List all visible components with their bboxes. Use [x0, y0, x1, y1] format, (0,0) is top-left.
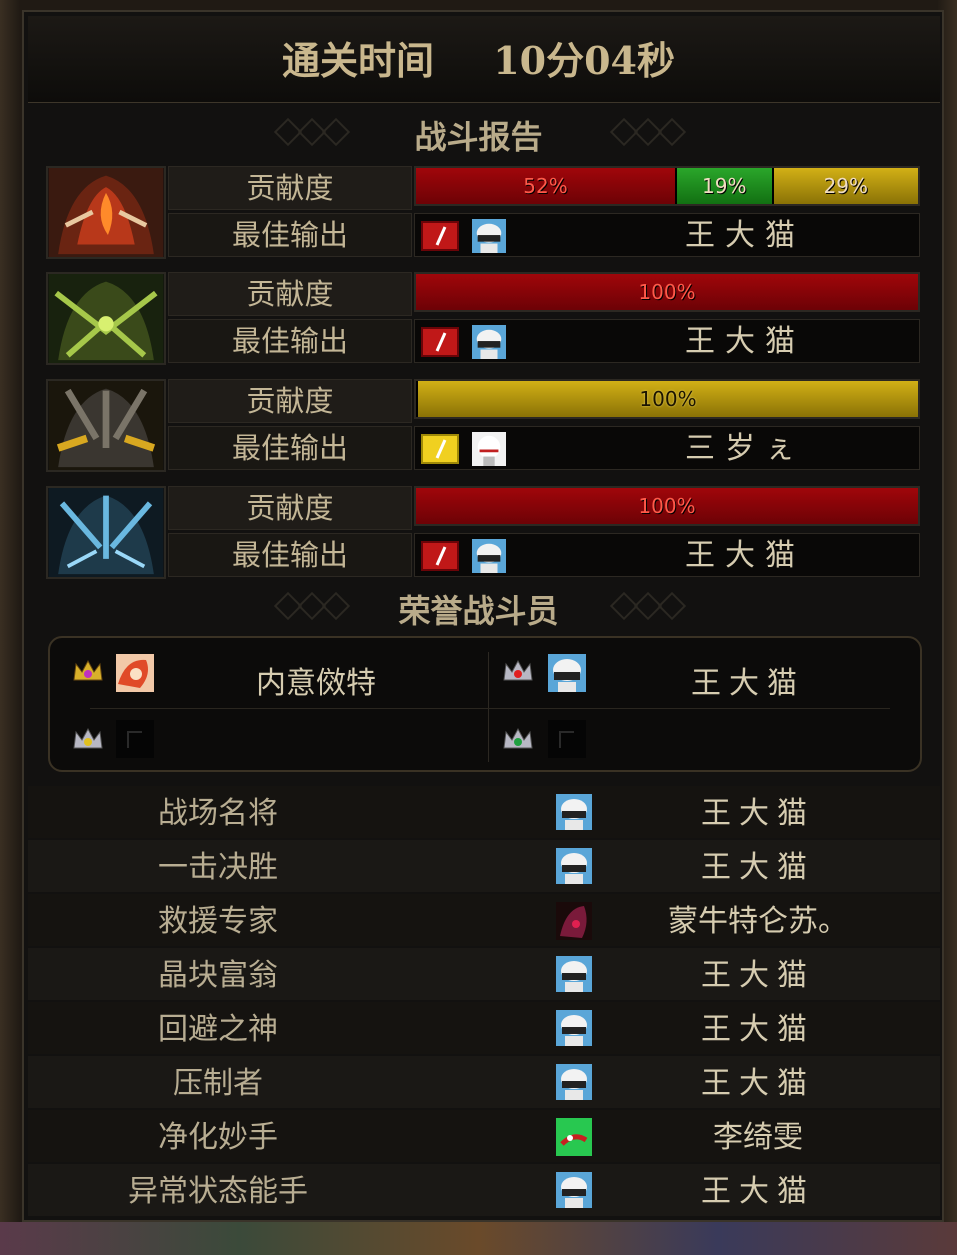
clear-time-label: 通关时间 [281, 38, 434, 83]
award-title: 晶块富翁 [158, 958, 278, 993]
player-avatar-icon[interactable] [471, 219, 507, 253]
contribution-label: 贡献度 [168, 379, 412, 423]
award-row: 净化妙手 李绮雯 [28, 1110, 940, 1162]
ornament-right-icon [609, 117, 698, 147]
contribution-segment-red: 100% [416, 274, 918, 310]
award-list: 战场名将 王大猫 一击决胜 王大猫 救援专家 蒙牛特仑苏。 晶块富翁 王大猫 回避之神 王大猫 压制… [28, 786, 940, 1218]
player-avatar-icon[interactable] [471, 325, 507, 359]
boss-report-row: 贡献度 最佳输出 100% 三岁ぇ [46, 379, 922, 472]
award-row: 一击决胜 王大猫 [28, 840, 940, 892]
best-output-label: 最佳输出 [168, 426, 412, 470]
best-output-player: 三岁ぇ [685, 431, 805, 466]
contribution-label: 贡献度 [168, 272, 412, 316]
best-output-row: 王大猫 [414, 213, 920, 257]
contribution-segment-gold: 29% [771, 168, 918, 204]
award-row: 晶块富翁 王大猫 [28, 948, 940, 1000]
green-avatar-icon[interactable] [556, 1118, 592, 1156]
best-output-row: 王大猫 [414, 319, 920, 363]
award-title: 救援专家 [158, 904, 278, 939]
white-hair-avatar-icon[interactable] [556, 1010, 592, 1048]
dark-red-avatar-icon[interactable] [556, 902, 592, 940]
award-row: 战场名将 王大猫 [28, 786, 940, 838]
best-output-row: 王大猫 [414, 533, 920, 577]
empty-avatar-slot-icon [116, 720, 154, 758]
silver-crown-icon [73, 727, 103, 749]
boss-report-row: 贡献度 最佳输出 52% 19% 29% 王大猫 [46, 166, 922, 259]
award-player-name: 王大猫 [701, 796, 815, 831]
best-output-label: 最佳输出 [168, 213, 412, 257]
best-output-row: 三岁ぇ [414, 426, 920, 470]
player-avatar-icon[interactable] [116, 654, 154, 692]
game-scene-strip [0, 1222, 957, 1255]
award-row: 救援专家 蒙牛特仑苏。 [28, 894, 940, 946]
job-class-icon [421, 541, 459, 571]
award-title: 压制者 [173, 1066, 263, 1101]
silver-crown-icon [503, 727, 533, 749]
job-class-icon [421, 434, 459, 464]
nature-boss-icon [46, 272, 166, 365]
player-avatar-icon[interactable] [471, 539, 507, 573]
honor-player-name: 王大猫 [691, 666, 805, 701]
job-class-icon [421, 327, 459, 357]
honor-divider [488, 652, 489, 762]
contribution-bar: 100% [414, 486, 920, 526]
battle-report-title: 战斗报告 [414, 118, 543, 156]
contribution-bar: 52% 19% 29% [414, 166, 920, 206]
fire-boss-icon [46, 166, 166, 259]
contribution-bar: 100% [414, 272, 920, 312]
best-output-player: 王大猫 [685, 538, 805, 573]
contribution-segment-gold: 100% [416, 381, 918, 417]
award-title: 回避之神 [158, 1012, 278, 1047]
silver-crown-icon [503, 659, 533, 681]
award-row: 回避之神 王大猫 [28, 1002, 940, 1054]
award-row: 异常状态能手 王大猫 [28, 1164, 940, 1216]
job-class-icon [421, 221, 459, 251]
white-hair-avatar-icon[interactable] [556, 1172, 592, 1210]
empty-avatar-slot-icon [548, 720, 586, 758]
award-player-name: 王大猫 [701, 1066, 815, 1101]
player-avatar-icon[interactable] [471, 432, 507, 466]
contribution-segment-red: 100% [416, 488, 918, 524]
best-output-player: 王大猫 [685, 324, 805, 359]
white-hair-avatar-icon[interactable] [556, 956, 592, 994]
award-player-name: 王大猫 [701, 958, 815, 993]
honor-title: 荣誉战斗员 [398, 592, 559, 630]
ornament-right-icon [609, 591, 698, 621]
award-title: 一击决胜 [158, 850, 278, 885]
honor-box: 内意傚特 王大猫 [48, 636, 922, 772]
award-player-name: 王大猫 [701, 1012, 815, 1047]
boss-report-row: 贡献度 最佳输出 100% 王大猫 [46, 486, 922, 579]
award-title: 净化妙手 [158, 1120, 278, 1155]
best-output-label: 最佳输出 [168, 319, 412, 363]
contribution-label: 贡献度 [168, 166, 412, 210]
contribution-segment-red: 52% [416, 168, 675, 204]
white-hair-avatar-icon[interactable] [556, 794, 592, 832]
clear-time-title: 通关时间 10分04秒 [0, 30, 957, 85]
honor-divider [90, 708, 890, 709]
white-hair-avatar-icon[interactable] [556, 848, 592, 886]
gold-crown-icon [73, 659, 103, 681]
ice-boss-icon [46, 486, 166, 579]
award-row: 压制者 王大猫 [28, 1056, 940, 1108]
award-player-name: 蒙牛特仑苏。 [668, 904, 848, 939]
award-player-name: 王大猫 [701, 1174, 815, 1209]
best-output-player: 王大猫 [685, 218, 805, 253]
honor-player-name: 内意傚特 [256, 666, 376, 701]
clear-time-value: 10分04秒 [493, 38, 675, 83]
best-output-label: 最佳输出 [168, 533, 412, 577]
award-title: 战场名将 [158, 796, 278, 831]
contribution-label: 贡献度 [168, 486, 412, 530]
award-title: 异常状态能手 [128, 1174, 308, 1209]
white-hair-avatar-icon[interactable] [556, 1064, 592, 1102]
gold-boss-icon [46, 379, 166, 472]
contribution-segment-green: 19% [674, 168, 772, 204]
boss-report-row: 贡献度 最佳输出 100% 王大猫 [46, 272, 922, 365]
award-player-name: 王大猫 [701, 850, 815, 885]
player-avatar-icon[interactable] [548, 654, 586, 692]
contribution-bar: 100% [414, 379, 920, 419]
award-player-name: 李绮雯 [713, 1120, 803, 1155]
